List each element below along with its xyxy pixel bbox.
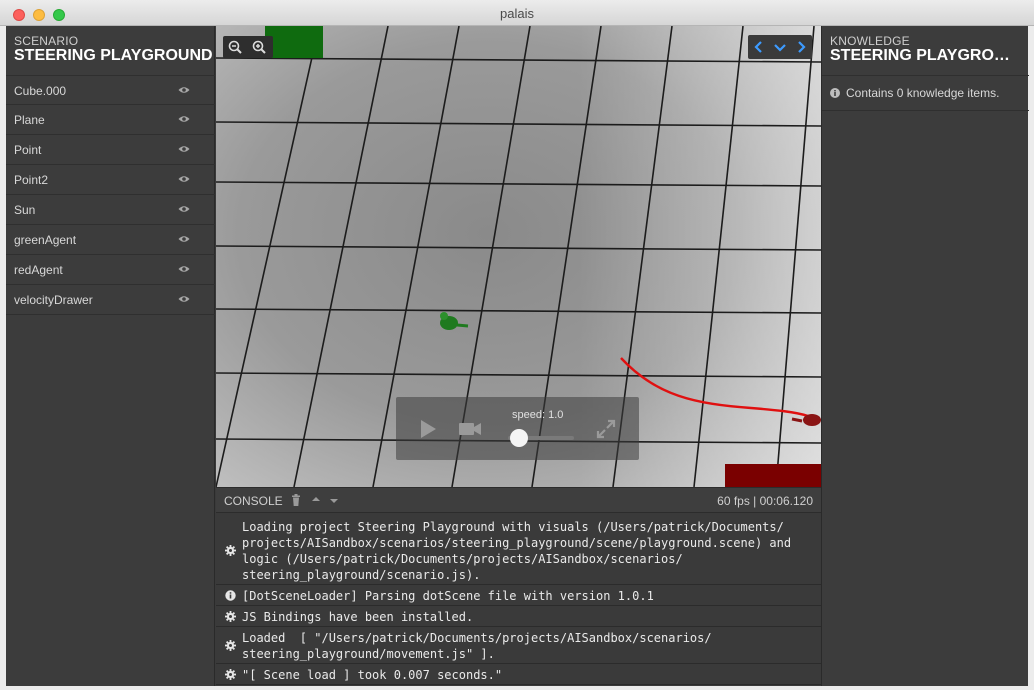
console-line: JS Bindings have been installed. xyxy=(242,610,474,624)
console-line: Loaded [ "/Users/patrick/Documents/proje… xyxy=(242,631,712,645)
zoom-in-icon[interactable] xyxy=(251,39,267,55)
camera-icon[interactable] xyxy=(458,421,482,437)
console-line: steering_playground/scenario.js). xyxy=(242,568,481,582)
eye-icon[interactable] xyxy=(178,235,190,243)
scene-object-item[interactable]: Point2 xyxy=(6,165,215,195)
info-icon xyxy=(830,88,840,98)
zoom-out-icon[interactable] xyxy=(227,39,243,55)
playback-controls: speed: 1.0 xyxy=(396,397,639,460)
console-entry: "[ Scene load ] took 0.007 seconds." xyxy=(216,664,821,685)
console-line: projects/AISandbox/scenarios/steering_pl… xyxy=(242,536,792,550)
console-entry: Loading project Steering Playground with… xyxy=(216,516,821,585)
title-bar: palais xyxy=(0,0,1034,26)
knowledge-panel: KNOWLEDGE STEERING PLAYGROUND Contains 0… xyxy=(821,26,1029,686)
scene-object-item[interactable]: greenAgent xyxy=(6,225,215,255)
scene-object-item[interactable]: Sun xyxy=(6,195,215,225)
fps-timer-readout: 60 fps | 00:06.120 xyxy=(717,494,813,508)
eye-icon[interactable] xyxy=(178,175,190,183)
scene-object-label: Point2 xyxy=(14,173,49,187)
scene-object-label: velocityDrawer xyxy=(14,293,93,307)
gear-icon xyxy=(225,611,236,622)
eye-icon[interactable] xyxy=(178,145,190,153)
eye-icon[interactable] xyxy=(178,265,190,273)
scene-object-item[interactable]: Cube.000 xyxy=(6,75,215,105)
scenario-section-label: SCENARIO xyxy=(14,34,79,48)
console-line: Loading project Steering Playground with… xyxy=(242,520,784,534)
console-line: logic (/Users/patrick/Documents/projects… xyxy=(242,552,683,566)
chevron-left-icon[interactable] xyxy=(752,40,766,54)
speed-slider-handle[interactable] xyxy=(510,429,528,447)
caret-down-icon[interactable] xyxy=(329,494,339,506)
scene-viewport[interactable]: speed: 1.0 xyxy=(216,26,821,487)
scene-object-label: Plane xyxy=(14,113,45,127)
scene-object-label: Cube.000 xyxy=(14,84,67,98)
console-log[interactable]: Loading project Steering Playground with… xyxy=(216,514,821,686)
green-box xyxy=(265,26,323,58)
gear-icon xyxy=(225,640,236,651)
console-line: [DotSceneLoader] Parsing dotScene file w… xyxy=(242,589,654,603)
scene-object-label: redAgent xyxy=(14,263,63,277)
panel-nav-controls xyxy=(748,35,812,59)
eye-icon[interactable] xyxy=(178,115,190,123)
scenario-title: STEERING PLAYGROUND xyxy=(14,47,213,64)
knowledge-section-label: KNOWLEDGE xyxy=(830,34,910,48)
trash-icon[interactable] xyxy=(291,494,301,506)
scene-object-item[interactable]: Plane xyxy=(6,105,215,135)
speed-label: speed: 1.0 xyxy=(512,409,564,421)
chevron-down-icon[interactable] xyxy=(773,40,787,54)
scene-object-label: Point xyxy=(14,143,42,157)
play-icon[interactable] xyxy=(418,419,438,439)
eye-icon[interactable] xyxy=(178,295,190,303)
gear-icon xyxy=(225,669,236,680)
scene-object-label: Sun xyxy=(14,203,36,217)
console-entry: JS Bindings have been installed. xyxy=(216,606,821,627)
console-line: steering_playground/movement.js" ]. xyxy=(242,647,495,661)
scene-object-item[interactable]: Point xyxy=(6,135,215,165)
window-title: palais xyxy=(500,6,534,21)
console-entry: Loaded [ "/Users/patrick/Documents/proje… xyxy=(216,627,821,664)
zoom-controls xyxy=(223,36,273,58)
console-label: CONSOLE xyxy=(224,494,283,508)
console-entry-text: Loaded [ "/Users/patrick/Documents/proje… xyxy=(242,630,712,662)
scene-object-list: Cube.000 Plane Point Point2 Sun greenAgent red… xyxy=(6,75,215,315)
console-entry-text: [DotSceneLoader] Parsing dotScene file w… xyxy=(242,588,654,604)
console-entry-text: "[ Scene load ] took 0.007 seconds." xyxy=(242,667,502,683)
info-icon xyxy=(225,590,236,601)
scene-object-item[interactable]: redAgent xyxy=(6,255,215,285)
caret-up-icon[interactable] xyxy=(311,494,321,506)
console-entry-text: Loading project Steering Playground with… xyxy=(242,519,791,583)
knowledge-info-text: Contains 0 knowledge items. xyxy=(846,86,1000,100)
console-entry: [DotSceneLoader] Parsing dotScene file w… xyxy=(216,585,821,606)
chevron-right-icon[interactable] xyxy=(794,40,808,54)
console-entry-text: JS Bindings have been installed. xyxy=(242,609,473,625)
eye-icon[interactable] xyxy=(178,205,190,213)
knowledge-info-row: Contains 0 knowledge items. xyxy=(822,75,1029,111)
fullscreen-icon[interactable] xyxy=(596,419,616,439)
knowledge-title: STEERING PLAYGROUND xyxy=(830,47,1020,64)
scenario-panel: SCENARIO STEERING PLAYGROUND Cube.000 Pla… xyxy=(6,26,215,686)
console-toolbar: CONSOLE 60 fps | 00:06.120 xyxy=(216,487,821,513)
eye-icon[interactable] xyxy=(178,86,190,94)
gear-icon xyxy=(225,545,236,556)
app-frame: SCENARIO STEERING PLAYGROUND Cube.000 Pla… xyxy=(6,26,1029,686)
scene-object-item[interactable]: velocityDrawer xyxy=(6,285,215,315)
scene-object-label: greenAgent xyxy=(14,233,77,247)
console-line: "[ Scene load ] took 0.007 seconds." xyxy=(242,668,503,682)
red-box xyxy=(725,464,821,487)
